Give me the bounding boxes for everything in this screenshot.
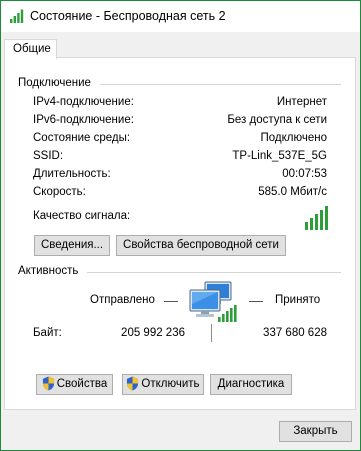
- bytes-sent-value: 205 992 236: [121, 327, 185, 339]
- signal-bar: [315, 214, 318, 230]
- signal-bar: [320, 210, 323, 230]
- signal-bar: [325, 206, 328, 230]
- group-divider: [87, 272, 341, 273]
- speed-value: 585.0 Мбит/с: [258, 186, 327, 198]
- close-button[interactable]: Закрыть: [279, 421, 352, 442]
- uac-shield-icon: [127, 377, 139, 391]
- bytes-label: Байт:: [33, 327, 62, 339]
- disable-button[interactable]: Отключить: [122, 374, 204, 395]
- media-state-value: Подключено: [260, 132, 328, 144]
- signal-bar: [310, 218, 313, 230]
- uac-shield-icon: [42, 377, 54, 391]
- signal-quality-label: Качество сигнала:: [33, 210, 131, 222]
- window-title: Состояние - Беспроводная сеть 2: [30, 9, 226, 23]
- signal-bar: [305, 222, 308, 230]
- properties-button-label: Свойства: [56, 378, 108, 390]
- connection-group-title: Подключение: [18, 77, 94, 89]
- network-computers-icon: [189, 281, 237, 322]
- disable-button-label: Отключить: [141, 378, 200, 390]
- sent-line: [164, 301, 178, 302]
- diagnostics-button[interactable]: Диагностика: [210, 374, 292, 395]
- ipv6-value: Без доступа к сети: [227, 114, 327, 126]
- sent-label: Отправлено: [90, 294, 155, 306]
- tab-general[interactable]: Общие: [4, 39, 57, 59]
- received-label: Принято: [275, 294, 321, 306]
- ipv4-label: IPv4-подключение:: [33, 96, 134, 108]
- speed-label: Скорость:: [33, 186, 86, 198]
- ipv6-label: IPv6-подключение:: [33, 114, 134, 126]
- signal-strength-icon: [305, 206, 329, 230]
- title-bar[interactable]: Состояние - Беспроводная сеть 2: [1, 1, 360, 32]
- general-panel: Подключение IPv4-подключение: Интернет I…: [4, 57, 356, 410]
- group-divider: [100, 84, 341, 85]
- duration-value: 00:07:53: [282, 168, 327, 180]
- ssid-value: TP-Link_537E_5G: [232, 150, 327, 162]
- wireless-properties-button[interactable]: Свойства беспроводной сети: [116, 235, 286, 256]
- ipv4-value: Интернет: [276, 96, 327, 108]
- bytes-received-value: 337 680 628: [263, 327, 327, 339]
- details-button[interactable]: Сведения...: [34, 235, 110, 256]
- properties-button[interactable]: Свойства: [36, 374, 113, 395]
- bytes-separator: [211, 324, 212, 342]
- activity-group-title: Активность: [18, 265, 82, 277]
- media-state-label: Состояние среды:: [33, 132, 131, 144]
- ssid-label: SSID:: [33, 150, 64, 162]
- duration-label: Длительность:: [33, 168, 111, 180]
- wireless-network-icon: [10, 9, 24, 23]
- received-line: [249, 301, 263, 302]
- tab-strip: Общие: [1, 32, 360, 59]
- status-dialog: Состояние - Беспроводная сеть 2 Общие По…: [0, 0, 361, 451]
